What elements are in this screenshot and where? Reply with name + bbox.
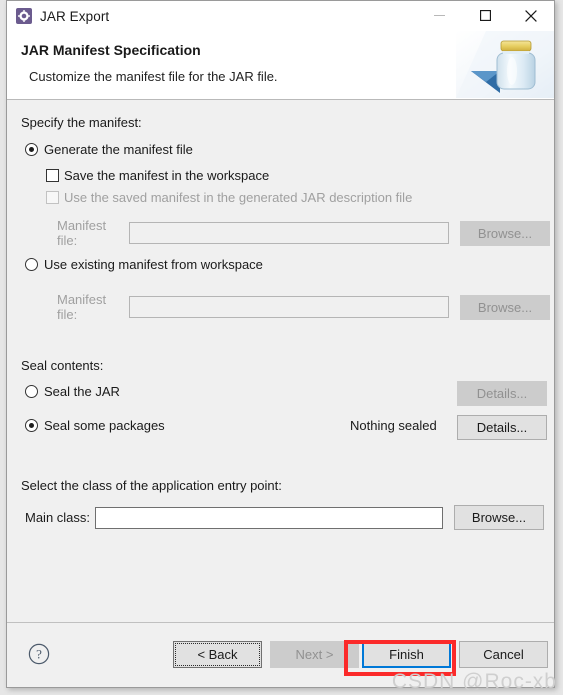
checkbox-save-manifest-label: Save the manifest in the workspace <box>64 168 270 183</box>
radio-seal-jar-label: Seal the JAR <box>44 384 120 399</box>
jar-export-dialog: JAR Export JAR Manifest Specification Cu… <box>6 0 555 688</box>
browse-button-1[interactable]: Browse... <box>460 220 550 246</box>
radio-seal-jar-indicator <box>25 385 38 398</box>
radio-use-existing-manifest-indicator <box>25 258 38 271</box>
manifest-file-input-2[interactable] <box>129 296 449 318</box>
manifest-file-row-generate: Manifest file: Browse... <box>57 218 550 248</box>
jar-banner-icon <box>456 31 554 98</box>
svg-text:?: ? <box>36 647 42 662</box>
seal-status-text: Nothing sealed <box>350 418 437 433</box>
help-icon[interactable]: ? <box>28 643 50 668</box>
manifest-file-label-2: Manifest file: <box>57 292 107 322</box>
radio-seal-some-packages-indicator <box>25 419 38 432</box>
radio-seal-some-packages[interactable]: Seal some packages <box>25 418 165 433</box>
manifest-file-row-existing: Manifest file: Browse... <box>57 292 550 322</box>
radio-use-existing-manifest-label: Use existing manifest from workspace <box>44 257 263 272</box>
maximize-icon[interactable] <box>462 1 508 30</box>
checkbox-use-saved-manifest-label: Use the saved manifest in the generated … <box>64 190 413 205</box>
entry-point-section-label: Select the class of the application entr… <box>21 478 282 493</box>
watermark: CSDN @Roc-xb <box>391 670 557 693</box>
checkbox-use-saved-manifest: Use the saved manifest in the generated … <box>46 190 412 205</box>
seal-packages-details-button[interactable]: Details... <box>457 415 547 440</box>
page-title: JAR Manifest Specification <box>21 42 201 58</box>
wizard-content: Specify the manifest: Generate the manif… <box>7 100 554 622</box>
close-icon[interactable] <box>508 1 554 30</box>
radio-seal-some-packages-label: Seal some packages <box>44 418 165 433</box>
manifest-file-label-1: Manifest file: <box>57 218 107 248</box>
title-bar: JAR Export <box>7 1 554 31</box>
radio-generate-manifest[interactable]: Generate the manifest file <box>25 142 193 157</box>
main-class-browse-button[interactable]: Browse... <box>454 505 544 530</box>
window-title: JAR Export <box>40 8 110 24</box>
gear-icon <box>16 8 32 24</box>
window-controls <box>416 1 554 30</box>
browse-button-2[interactable]: Browse... <box>460 294 550 320</box>
back-button[interactable]: < Back <box>173 641 262 668</box>
checkbox-use-saved-manifest-indicator <box>46 191 59 204</box>
next-button[interactable]: Next > <box>270 641 359 668</box>
radio-use-existing-manifest[interactable]: Use existing manifest from workspace <box>25 257 263 272</box>
wizard-header: JAR Manifest Specification Customize the… <box>7 31 554 100</box>
checkbox-save-manifest-workspace[interactable]: Save the manifest in the workspace <box>46 168 269 183</box>
page-description: Customize the manifest file for the JAR … <box>29 69 278 84</box>
manifest-section-label: Specify the manifest: <box>21 115 142 130</box>
manifest-file-input-1[interactable] <box>129 222 449 244</box>
main-class-input[interactable] <box>95 506 443 529</box>
checkbox-save-manifest-indicator <box>46 169 59 182</box>
radio-generate-manifest-label: Generate the manifest file <box>44 142 193 157</box>
main-class-row: Main class: Browse... <box>25 505 544 530</box>
main-class-label: Main class: <box>25 510 91 525</box>
seal-jar-details-button[interactable]: Details... <box>457 381 547 406</box>
finish-button[interactable]: Finish <box>362 641 451 668</box>
radio-seal-jar[interactable]: Seal the JAR <box>25 384 120 399</box>
seal-section-label: Seal contents: <box>21 358 104 373</box>
cancel-button[interactable]: Cancel <box>459 641 548 668</box>
minimize-icon[interactable] <box>416 1 462 30</box>
radio-generate-manifest-indicator <box>25 143 38 156</box>
